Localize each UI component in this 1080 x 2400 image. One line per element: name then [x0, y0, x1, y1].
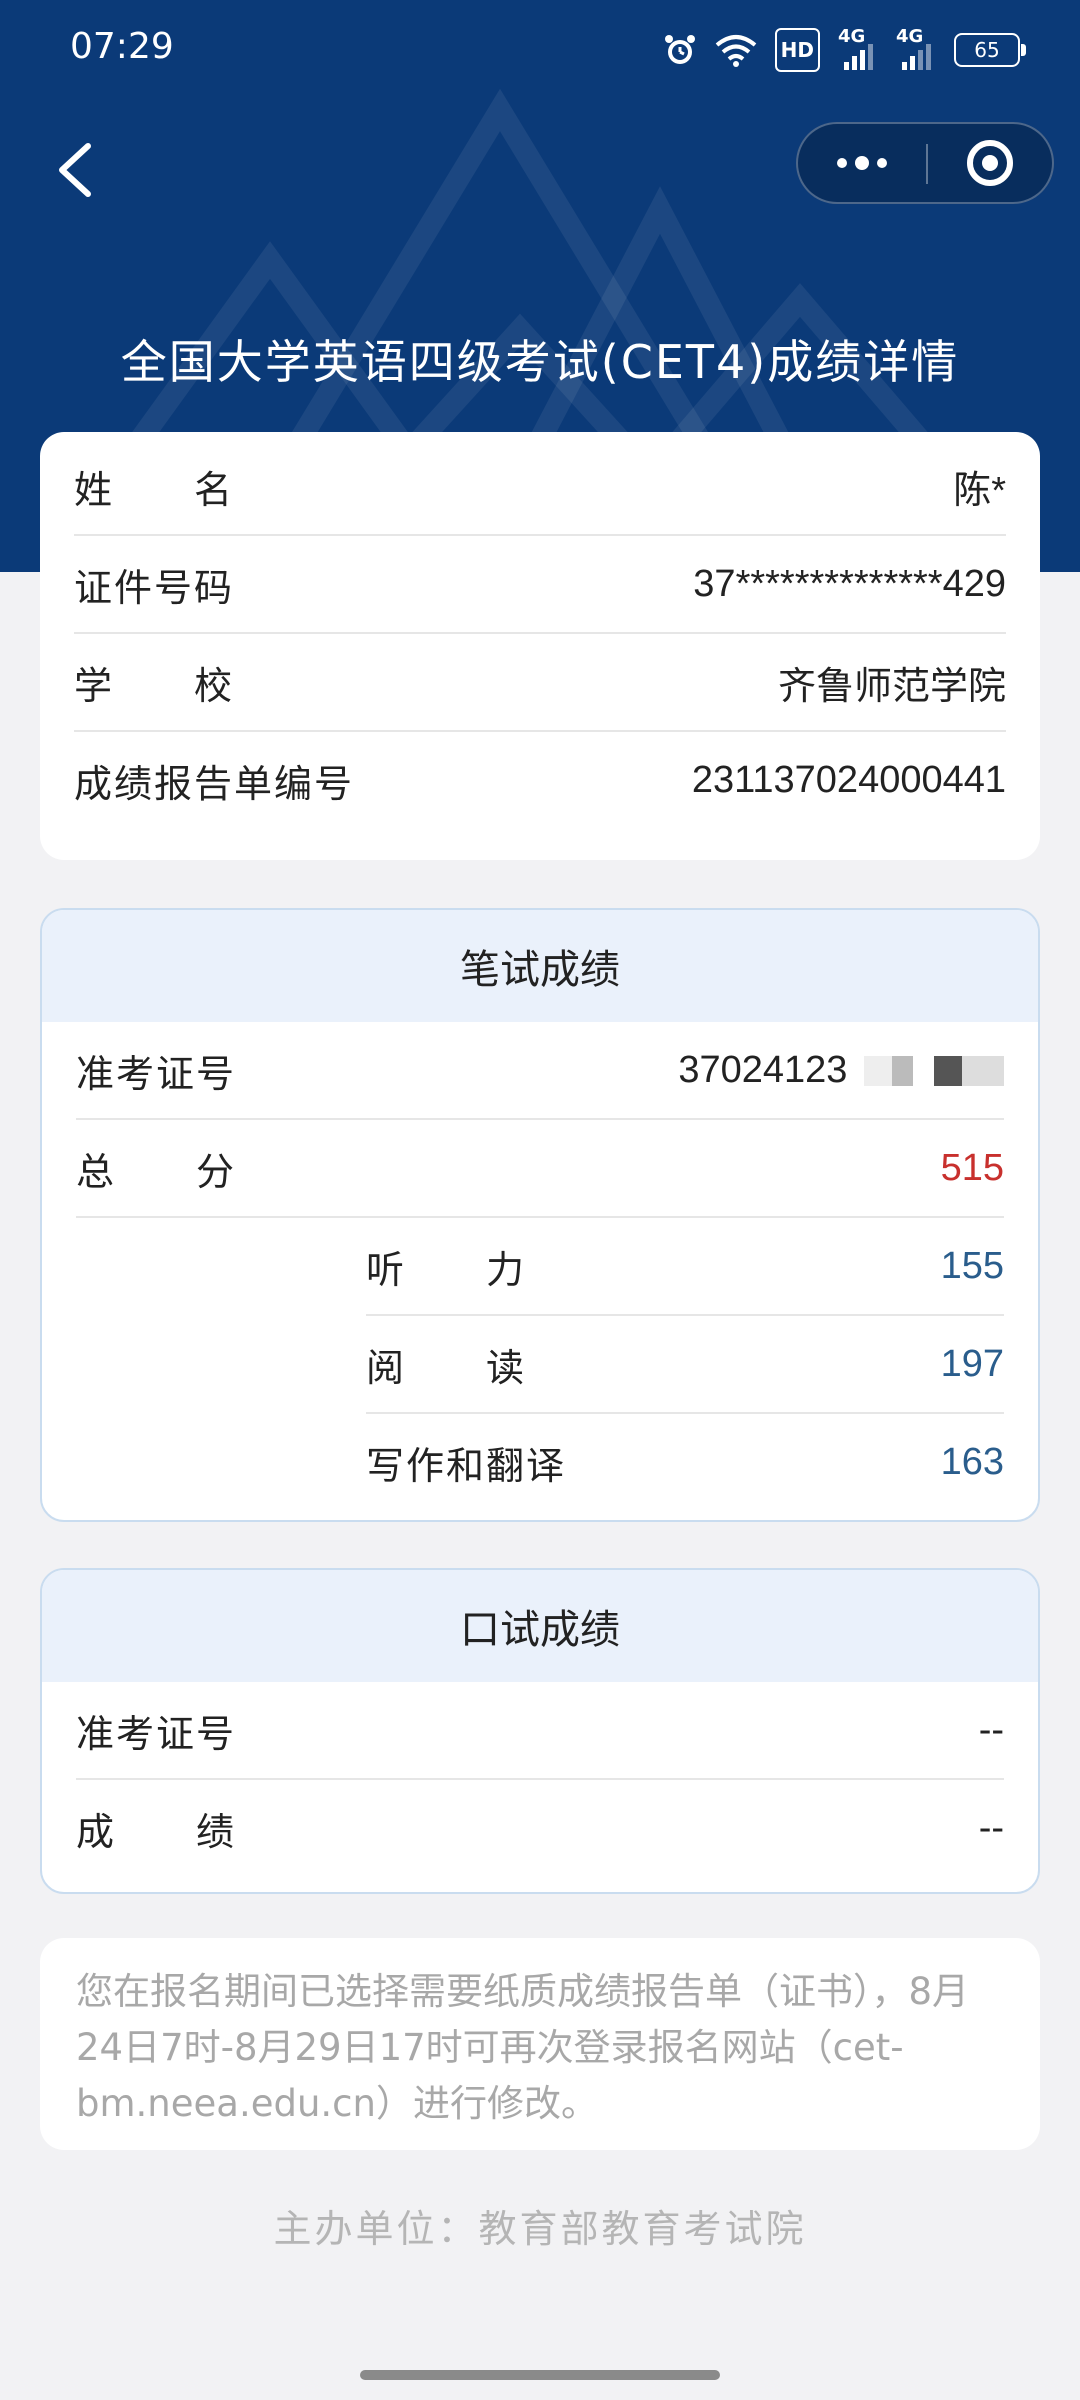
listening-label: 听 力 — [366, 1247, 527, 1292]
id-value: 37**************429 — [693, 562, 1006, 605]
oral-ticket-label: 准考证号 — [76, 1711, 237, 1756]
oral-ticket-row: 准考证号 -- — [76, 1682, 1004, 1780]
written-ticket-value: 37024123 — [678, 1048, 848, 1091]
signal-4g-2-label: 4G — [896, 26, 924, 47]
redacted-mosaic — [864, 1056, 1004, 1087]
report-no-value: 231137024000441 — [691, 758, 1006, 801]
oral-exam-title: 口试成绩 — [42, 1570, 1038, 1682]
battery-level: 65 — [974, 38, 1000, 62]
page-title: 全国大学英语四级考试(CET4)成绩详情 — [120, 335, 960, 389]
written-exam-title: 笔试成绩 — [42, 910, 1038, 1022]
listening-score: 155 — [940, 1244, 1004, 1287]
signal-4g-1-icon: 4G — [838, 26, 878, 70]
back-button[interactable] — [48, 130, 128, 210]
personal-info-card: 姓 名 陈* 证件号码 37**************429 学 校 齐鲁师范… — [40, 432, 1040, 860]
total-label: 总 分 — [76, 1149, 237, 1194]
writing-translation-score: 163 — [940, 1440, 1004, 1483]
written-total-row: 总 分 515 — [76, 1120, 1004, 1218]
oral-ticket-value: -- — [978, 1708, 1004, 1751]
info-row-school: 学 校 齐鲁师范学院 — [74, 634, 1006, 732]
info-row-id: 证件号码 37**************429 — [74, 536, 1006, 634]
wifi-icon — [715, 30, 757, 70]
signal-4g-2-icon: 4G — [896, 26, 936, 70]
writing-translation-row: 写作和翻译 163 — [366, 1414, 1004, 1510]
school-value: 齐鲁师范学院 — [777, 665, 1006, 708]
listening-row: 听 力 155 — [366, 1218, 1004, 1316]
written-ticket-row: 准考证号 37024123 — [76, 1022, 1004, 1120]
info-row-name: 姓 名 陈* — [74, 438, 1006, 536]
id-label: 证件号码 — [74, 565, 235, 610]
hd-badge: HD — [774, 28, 820, 72]
reading-score: 197 — [940, 1342, 1004, 1385]
paper-report-notice: 您在报名期间已选择需要纸质成绩报告单（证书），8月24日7时-8月29日17时可… — [40, 1938, 1040, 2150]
organizer-footer: 主办单位：教育部教育考试院 — [273, 2207, 807, 2251]
more-dots-icon — [837, 156, 887, 170]
target-icon — [967, 140, 1013, 186]
written-exam-card: 笔试成绩 准考证号 37024123 总 分 515 听 力 155 阅 读 1… — [40, 908, 1040, 1522]
alarm-icon — [663, 30, 697, 70]
battery-icon: 65 — [954, 33, 1026, 67]
school-label: 学 校 — [74, 663, 235, 708]
name-value: 陈* — [953, 469, 1006, 512]
written-ticket-label: 准考证号 — [76, 1051, 237, 1096]
more-button[interactable] — [798, 124, 926, 202]
written-ticket-value-wrap: 37024123 — [678, 1049, 1004, 1092]
total-score-value: 515 — [940, 1146, 1004, 1189]
chevron-left-icon — [59, 143, 91, 197]
signal-4g-1-label: 4G — [838, 26, 866, 47]
report-no-label: 成绩报告单编号 — [74, 761, 355, 806]
oral-score-label: 成 绩 — [76, 1809, 237, 1854]
home-indicator[interactable] — [360, 2370, 720, 2380]
miniprogram-capsule — [796, 122, 1054, 204]
name-label: 姓 名 — [74, 467, 235, 512]
oral-exam-card: 口试成绩 准考证号 -- 成 绩 -- — [40, 1568, 1040, 1894]
writing-translation-label: 写作和翻译 — [366, 1443, 567, 1488]
status-icons: HD 4G 4G 65 — [663, 26, 1026, 72]
status-time: 07:29 — [70, 26, 174, 67]
close-miniprogram-button[interactable] — [928, 124, 1052, 202]
reading-label: 阅 读 — [366, 1345, 527, 1390]
reading-row: 阅 读 197 — [366, 1316, 1004, 1414]
status-bar: 07:29 HD 4G 4G 65 — [0, 0, 1080, 100]
info-row-report-no: 成绩报告单编号 231137024000441 — [74, 732, 1006, 828]
oral-score-value: -- — [978, 1806, 1004, 1849]
oral-score-row: 成 绩 -- — [76, 1780, 1004, 1876]
